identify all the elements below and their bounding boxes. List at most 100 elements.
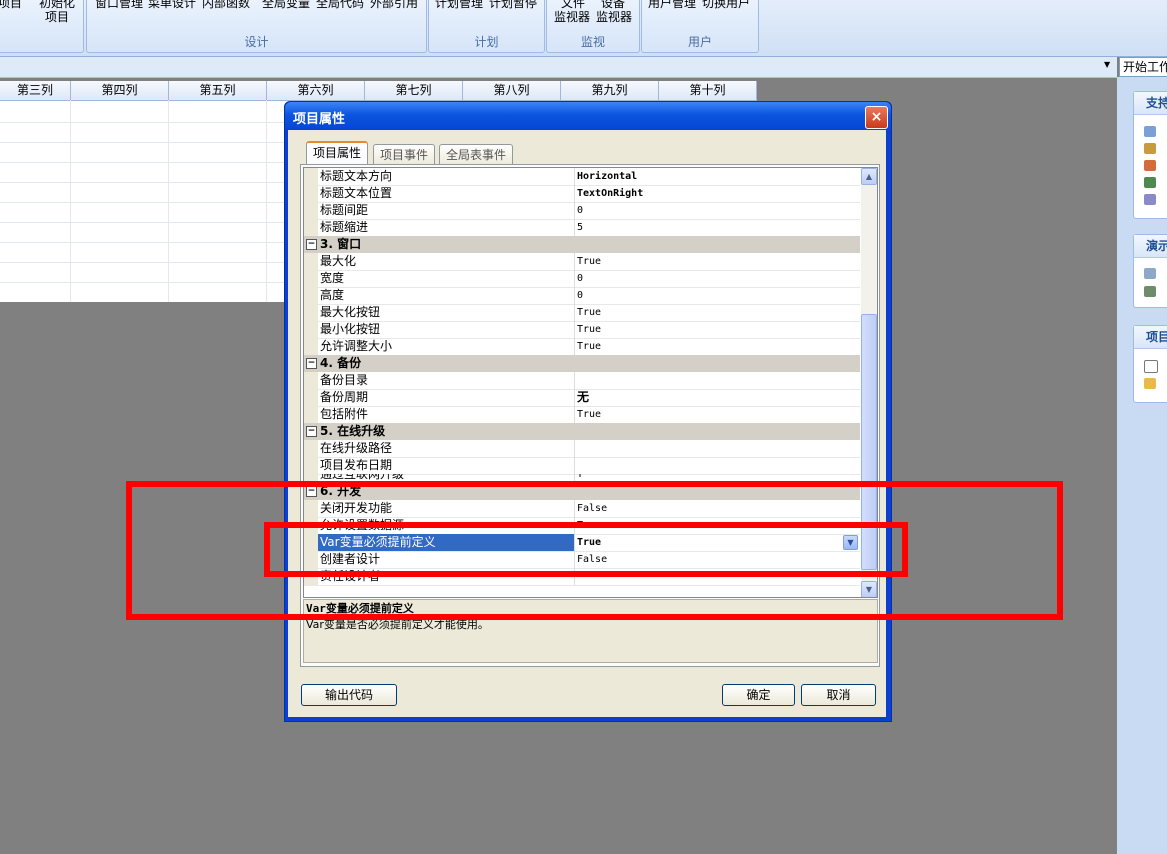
column-header[interactable]: 第十列 <box>659 81 757 100</box>
file-monitor-button-line2[interactable]: 监视器 <box>554 10 590 24</box>
help-icon[interactable] <box>1144 126 1156 137</box>
column-header[interactable]: 第三列 <box>0 81 71 100</box>
property-value[interactable]: 0 <box>574 270 863 287</box>
collapse-icon[interactable]: − <box>306 239 317 250</box>
menu-design-button[interactable]: 菜单设计 <box>148 0 196 10</box>
new-file-icon[interactable] <box>1144 360 1158 373</box>
device-monitor-button-line2[interactable]: 监视器 <box>596 10 632 24</box>
category-label: 3. 窗口 <box>320 237 362 251</box>
collapse-icon[interactable]: − <box>306 358 317 369</box>
grid-line <box>168 100 169 302</box>
property-value[interactable] <box>574 457 863 474</box>
property-row[interactable]: 标题文本位置 TextOnRight <box>304 185 860 203</box>
property-value[interactable]: Horizontal <box>574 168 863 185</box>
grid-line <box>0 162 284 163</box>
property-name: 备份目录 <box>318 372 575 389</box>
external-ref-button[interactable]: 外部引用 <box>370 0 418 10</box>
design-group-label: 设计 <box>244 35 269 49</box>
plan-pause-button[interactable]: 计划暂停 <box>489 0 537 10</box>
property-value[interactable]: True <box>574 304 863 321</box>
property-value[interactable] <box>574 440 863 457</box>
device-monitor-button[interactable]: 设备 <box>601 0 625 10</box>
collapse-icon[interactable]: − <box>306 426 317 437</box>
property-row[interactable]: 标题间距 0 <box>304 202 860 220</box>
project-button[interactable]: 项目 <box>0 0 22 10</box>
column-header[interactable]: 第九列 <box>561 81 659 100</box>
dialog-titlebar[interactable]: 项目属性 × <box>285 102 891 130</box>
workspace-select[interactable]: 开始工作 <box>1119 57 1167 77</box>
property-name: 标题间距 <box>318 202 575 219</box>
tools-icon[interactable] <box>1144 177 1156 188</box>
property-row[interactable]: 备份周期无 <box>304 389 860 407</box>
property-value[interactable]: True <box>574 253 863 270</box>
property-value[interactable]: True <box>574 338 863 355</box>
global-code-button[interactable]: 全局代码 <box>316 0 364 10</box>
property-row[interactable]: 宽度 0 <box>304 270 860 288</box>
monitor-group-label: 监视 <box>580 35 605 49</box>
property-value[interactable]: True <box>574 406 863 423</box>
property-name: 高度 <box>318 287 575 304</box>
property-row[interactable]: 备份目录 <box>304 372 860 390</box>
column-header[interactable]: 第八列 <box>463 81 561 100</box>
category-window[interactable]: −3. 窗口 <box>304 236 860 253</box>
computer-icon[interactable] <box>1144 286 1156 297</box>
property-row[interactable]: 包括附件 True <box>304 406 860 424</box>
property-value[interactable] <box>574 372 863 389</box>
property-value[interactable]: 无 <box>574 389 863 406</box>
close-button[interactable]: × <box>865 106 888 129</box>
ok-button[interactable]: 确定 <box>722 684 795 706</box>
initialize-button-line2[interactable]: 项目 <box>45 10 69 24</box>
ribbon-group-design: 窗口管理 菜单设计 内部函数 全局变量 全局代码 外部引用 设计 <box>86 0 427 53</box>
window-manage-button[interactable]: 窗口管理 <box>95 0 143 10</box>
grid-line <box>0 202 284 203</box>
question-icon[interactable] <box>1144 194 1156 205</box>
file-monitor-button[interactable]: 文件 <box>561 0 585 10</box>
property-name: 最小化按钮 <box>318 321 575 338</box>
tab-global-table-events[interactable]: 全局表事件 <box>439 144 514 165</box>
cancel-button[interactable]: 取消 <box>801 684 876 706</box>
tab-project-events[interactable]: 项目事件 <box>373 144 436 165</box>
project-panel-title[interactable]: 项目 <box>1134 326 1167 349</box>
table-icon[interactable] <box>1144 268 1156 279</box>
column-header[interactable]: 第七列 <box>365 81 463 100</box>
grid-line <box>0 122 284 123</box>
user-manage-button[interactable]: 用户管理 <box>648 0 696 10</box>
switch-user-button[interactable]: 切换用户 <box>702 0 750 10</box>
chevron-up-icon[interactable]: ▲ <box>861 168 877 185</box>
property-row[interactable]: 最大化按钮 True <box>304 304 860 322</box>
property-value[interactable]: 0 <box>574 202 863 219</box>
property-row[interactable]: 标题缩进 5 <box>304 219 860 237</box>
home-icon[interactable] <box>1144 143 1156 154</box>
open-folder-icon[interactable] <box>1144 378 1156 389</box>
property-value[interactable]: True <box>574 321 863 338</box>
property-row[interactable]: 项目发布日期 <box>304 457 860 475</box>
property-value[interactable]: TextOnRight <box>574 185 863 202</box>
plan-manage-button[interactable]: 计划管理 <box>435 0 483 10</box>
initialize-button[interactable]: 初始化 <box>39 0 75 10</box>
property-row[interactable]: 在线升级路径 <box>304 440 860 458</box>
demo-panel-title[interactable]: 演示 <box>1134 235 1167 258</box>
support-panel-title[interactable]: 支持 <box>1134 92 1167 115</box>
property-row[interactable]: 最小化按钮 True <box>304 321 860 339</box>
category-label: 5. 在线升级 <box>320 424 386 438</box>
property-name: 在线升级路径 <box>318 440 575 457</box>
property-row[interactable]: 高度 0 <box>304 287 860 305</box>
property-value[interactable]: 5 <box>574 219 863 236</box>
category-online-upgrade[interactable]: −5. 在线升级 <box>304 423 860 440</box>
property-row[interactable]: 标题文本方向 Horizontal <box>304 168 860 186</box>
user-group-label: 用户 <box>687 35 712 49</box>
category-backup[interactable]: −4. 备份 <box>304 355 860 372</box>
column-header[interactable]: 第六列 <box>267 81 365 100</box>
chevron-down-icon[interactable]: ▼ <box>1104 60 1110 69</box>
ribbon-group-project: 项目 初始化 项目 <box>0 0 84 53</box>
property-name: 最大化 <box>318 253 575 270</box>
property-row[interactable]: 最大化 True <box>304 253 860 271</box>
internal-function-button[interactable]: 内部函数 <box>202 0 250 10</box>
property-row[interactable]: 允许调整大小 True <box>304 338 860 356</box>
export-code-button[interactable]: 输出代码 <box>301 684 397 706</box>
property-value[interactable]: 0 <box>574 287 863 304</box>
column-header[interactable]: 第五列 <box>169 81 267 100</box>
column-header[interactable]: 第四列 <box>71 81 169 100</box>
global-variable-button[interactable]: 全局变量 <box>262 0 310 10</box>
users-icon[interactable] <box>1144 160 1156 171</box>
